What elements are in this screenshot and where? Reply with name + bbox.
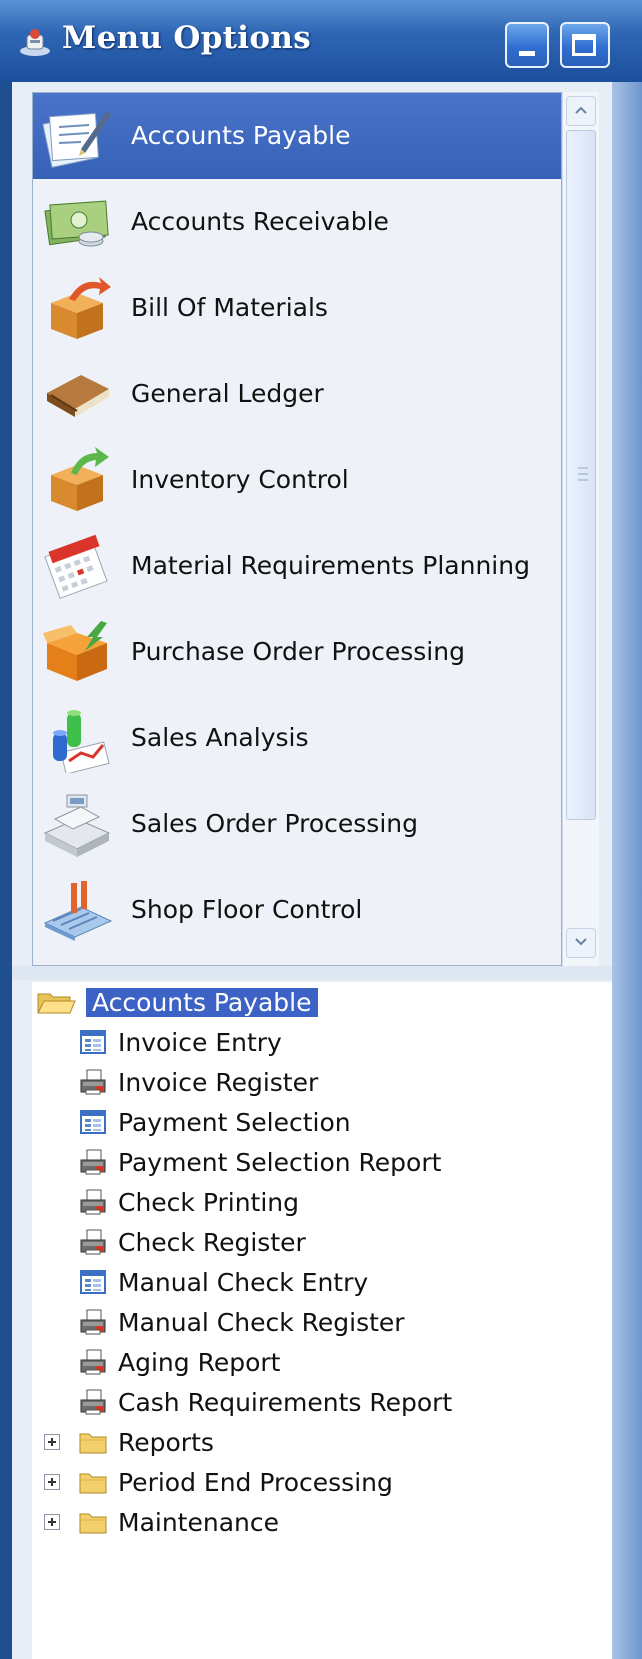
scroll-down-button[interactable]	[566, 928, 596, 958]
tree-item-aging-report[interactable]: Aging Report	[78, 1342, 280, 1382]
module-list: Accounts Payable Accounts Receivable Bil…	[32, 92, 562, 966]
tree-item-label: Maintenance	[118, 1507, 279, 1537]
menu-item-label: Purchase Order Processing	[131, 637, 465, 666]
tree-item-cash-requirements-report[interactable]: Cash Requirements Report	[78, 1382, 452, 1422]
tree-item-label: Cash Requirements Report	[118, 1387, 453, 1417]
form-icon	[80, 1270, 106, 1294]
folder-icon	[79, 1513, 107, 1534]
folder-icon	[79, 1473, 107, 1494]
tree-item-label: Invoice Register	[118, 1067, 319, 1097]
menu-item-purchase-order-processing[interactable]: Purchase Order Processing	[33, 609, 561, 695]
tree-item-payment-selection[interactable]: Payment Selection	[78, 1102, 351, 1142]
tree-item-payment-selection-report[interactable]: Payment Selection Report	[78, 1142, 441, 1182]
printer-icon	[80, 1309, 106, 1335]
tree-item-label: Check Printing	[118, 1187, 300, 1217]
module-list-scrollbar[interactable]	[562, 92, 599, 966]
menu-item-label: Accounts Payable	[131, 121, 351, 150]
tree-item-check-register[interactable]: Check Register	[78, 1222, 306, 1262]
form-icon	[80, 1030, 106, 1054]
maximize-button[interactable]	[560, 22, 610, 68]
menu-item-shop-floor-control[interactable]: Shop Floor Control	[33, 867, 561, 953]
title-bar[interactable]: Menu Options	[0, 0, 642, 82]
printer-icon	[80, 1229, 106, 1255]
tree-root-label: Accounts Payable	[86, 987, 318, 1017]
menu-item-label: Inventory Control	[131, 465, 349, 494]
expand-toggle-period-end-processing[interactable]	[44, 1474, 60, 1490]
box-inbound-icon	[43, 621, 107, 681]
printer-icon	[80, 1149, 106, 1175]
menu-item-accounts-payable[interactable]: Accounts Payable	[33, 93, 561, 179]
box-arrow-icon	[51, 277, 111, 339]
tree-item-label: Payment Selection Report	[118, 1147, 442, 1177]
chevron-up-icon	[575, 106, 587, 114]
folder-open-icon	[37, 993, 76, 1014]
tree-item-check-printing[interactable]: Check Printing	[78, 1182, 299, 1222]
money-icon	[44, 200, 109, 247]
box-green-arrow-icon	[51, 447, 109, 511]
tree-item-label: Payment Selection	[118, 1107, 351, 1137]
chevron-down-icon	[575, 938, 587, 946]
folder-icon	[79, 1433, 107, 1454]
menu-item-accounts-receivable[interactable]: Accounts Receivable	[33, 179, 561, 265]
menu-item-inventory-control[interactable]: Inventory Control	[33, 437, 561, 523]
tree-item-label: Reports	[118, 1427, 214, 1457]
factory-icon	[43, 881, 113, 941]
menu-item-sales-analysis[interactable]: Sales Analysis	[33, 695, 561, 781]
tree-item-invoice-register[interactable]: Invoice Register	[78, 1062, 318, 1102]
minimize-button[interactable]	[505, 22, 549, 68]
tree-folder-period-end-processing[interactable]: Period End Processing	[78, 1462, 393, 1502]
tree-item-label: Manual Check Register	[118, 1307, 405, 1337]
tree-item-label: Invoice Entry	[118, 1027, 282, 1057]
printer-icon	[80, 1189, 106, 1215]
menu-options-window: Menu Options Accounts Payable Accounts R…	[0, 0, 642, 1659]
menu-item-label: Material Requirements Planning	[131, 551, 530, 580]
tree-item-manual-check-entry[interactable]: Manual Check Entry	[78, 1262, 368, 1302]
tree-folder-maintenance[interactable]: Maintenance	[78, 1502, 279, 1542]
menu-item-label: Shop Floor Control	[131, 895, 363, 924]
task-tree: Accounts Payable Invoice Entry Invoice R…	[32, 982, 612, 1659]
scroll-thumb[interactable]	[566, 130, 596, 820]
ledger-book-icon	[47, 375, 109, 417]
printer-icon	[80, 1069, 106, 1095]
scroll-up-button[interactable]	[566, 96, 596, 126]
cash-register-icon	[43, 794, 111, 857]
chart-icon	[53, 710, 110, 773]
tree-folder-reports[interactable]: Reports	[78, 1422, 214, 1462]
tree-item-label: Manual Check Entry	[118, 1267, 369, 1297]
menu-item-label: Bill Of Materials	[131, 293, 328, 322]
expand-toggle-maintenance[interactable]	[44, 1514, 60, 1530]
tree-item-label: Aging Report	[118, 1347, 281, 1377]
menu-item-general-ledger[interactable]: General Ledger	[33, 351, 561, 437]
menu-item-label: Sales Order Processing	[131, 809, 418, 838]
app-logo-icon	[20, 29, 50, 56]
tree-item-invoice-entry[interactable]: Invoice Entry	[78, 1022, 282, 1062]
menu-item-sales-order-processing[interactable]: Sales Order Processing	[33, 781, 561, 867]
expand-toggle-reports[interactable]	[44, 1434, 60, 1450]
tree-item-label: Period End Processing	[118, 1467, 393, 1497]
panel-splitter[interactable]	[12, 966, 614, 980]
window-edge-decoration	[612, 82, 642, 1659]
tree-item-label: Check Register	[118, 1227, 306, 1257]
menu-item-label: Accounts Receivable	[131, 207, 389, 236]
tree-item-manual-check-register[interactable]: Manual Check Register	[78, 1302, 405, 1342]
menu-item-bill-of-materials[interactable]: Bill Of Materials	[33, 265, 561, 351]
form-icon	[80, 1110, 106, 1134]
menu-item-label: Sales Analysis	[131, 723, 309, 752]
window-title: Menu Options	[62, 20, 311, 56]
calendar-icon	[44, 534, 108, 599]
tree-root-accounts-payable[interactable]: Accounts Payable	[36, 982, 318, 1022]
menu-item-material-requirements-planning[interactable]: Material Requirements Planning	[33, 523, 561, 609]
accounts-payable-icon	[42, 111, 111, 168]
printer-icon	[80, 1389, 106, 1415]
menu-item-label: General Ledger	[131, 379, 324, 408]
printer-icon	[80, 1349, 106, 1375]
